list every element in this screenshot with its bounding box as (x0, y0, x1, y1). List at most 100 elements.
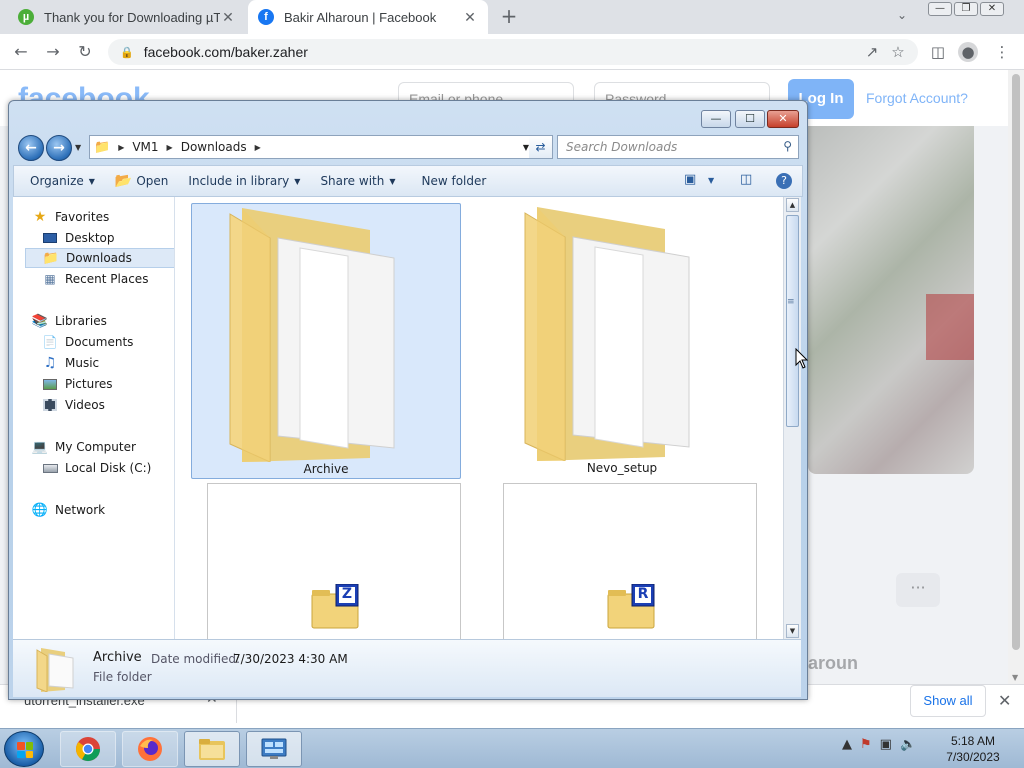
browser-tabstrip: µ Thank you for Downloading µTor ✕ f Bak… (0, 0, 1024, 34)
profile-avatar-icon[interactable]: ● (958, 42, 978, 62)
open-button[interactable]: 📂 Open (105, 173, 179, 189)
folder-icon (199, 739, 225, 760)
nav-desktop[interactable]: Desktop (41, 228, 174, 248)
close-icon[interactable]: ✕ (998, 691, 1011, 710)
nav-videos[interactable]: Videos (41, 395, 174, 415)
back-arrow-icon[interactable]: ← (18, 135, 44, 161)
close-icon[interactable]: ✕ (980, 2, 1004, 16)
scroll-down-icon[interactable]: ▼ (786, 624, 799, 638)
organize-button[interactable]: Organize ▼ (14, 174, 105, 188)
breadcrumb-downloads[interactable]: Downloads (177, 140, 251, 154)
close-tab-icon[interactable]: ✕ (220, 9, 236, 26)
more-options-button[interactable]: ··· (896, 573, 940, 607)
scroll-up-icon[interactable]: ▲ (786, 198, 799, 212)
start-button[interactable] (4, 731, 44, 767)
nav-documents[interactable]: 📄 Documents (41, 332, 174, 352)
navigation-pane: ★ Favorites Desktop 📁 Downloads ▦ Recent… (13, 197, 175, 639)
search-icon[interactable]: ⚲ (783, 139, 792, 153)
include-in-library-button[interactable]: Include in library ▼ (178, 174, 310, 188)
network-icon[interactable]: ▣ (880, 737, 892, 752)
tab-facebook[interactable]: f Bakir Alharoun | Facebook ✕ (248, 0, 488, 34)
taskbar-firefox[interactable] (122, 731, 178, 767)
nav-favorites[interactable]: ★ Favorites (31, 207, 174, 227)
new-tab-button[interactable]: + (498, 6, 520, 28)
nav-local-disk[interactable]: Local Disk (C:) (41, 458, 174, 478)
show-all-button[interactable]: Show all (910, 685, 986, 717)
new-folder-label: New folder (421, 174, 487, 188)
folder-nevo-setup[interactable]: Nevo_setup (487, 203, 757, 479)
nav-recent-places[interactable]: ▦ Recent Places (41, 269, 174, 289)
show-hidden-icons-icon[interactable]: ▲ (842, 737, 852, 752)
explorer-window: — ☐ ✕ ← → ▼ 📁 ▶ VM1 ▶ Downloads ▶ ▼ ⇄ Se… (8, 100, 808, 700)
item-badge: R (637, 586, 649, 602)
pictures-icon (41, 376, 59, 392)
breadcrumb-chevron-icon[interactable]: ▶ (163, 143, 177, 152)
breadcrumb-chevron-icon[interactable]: ▶ (251, 143, 265, 152)
system-tray: ▲ ⚑ ▣ 🔈 (842, 737, 916, 752)
scrollbar-thumb[interactable] (786, 215, 799, 427)
share-with-button[interactable]: Share with ▼ (310, 174, 405, 188)
back-arrow-icon[interactable]: ← (10, 41, 32, 63)
nav-downloads[interactable]: 📁 Downloads (25, 248, 174, 268)
reload-icon[interactable]: ↻ (74, 41, 96, 63)
preview-pane-icon[interactable]: ◫ (740, 172, 752, 187)
taskbar-explorer[interactable] (184, 731, 240, 767)
forward-arrow-icon[interactable]: → (46, 135, 72, 161)
clock[interactable]: 5:18 AM 7/30/2023 (940, 733, 1006, 765)
share-icon[interactable]: ↗ (862, 42, 882, 62)
rar-archive-item[interactable]: R (503, 483, 757, 639)
minimize-icon[interactable]: — (701, 110, 731, 128)
taskbar-chrome[interactable] (60, 731, 116, 767)
nav-label: Network (55, 503, 106, 517)
help-icon[interactable]: ? (776, 173, 792, 189)
scroll-down-icon[interactable]: ▼ (1012, 673, 1018, 682)
nav-my-computer[interactable]: 💻 My Computer (31, 437, 174, 457)
refresh-icon[interactable]: ⇄ (529, 135, 553, 159)
nav-label: Local Disk (C:) (65, 461, 152, 475)
nav-music[interactable]: ♫ Music (41, 353, 174, 373)
taskbar-control-panel[interactable] (246, 731, 302, 767)
nav-network[interactable]: 🌐 Network (31, 500, 174, 520)
star-icon[interactable]: ☆ (888, 42, 908, 62)
breadcrumb-chevron-icon[interactable]: ▶ (114, 143, 128, 152)
maximize-icon[interactable]: ☐ (735, 110, 765, 128)
search-input[interactable]: Search Downloads ⚲ (557, 135, 799, 159)
new-folder-button[interactable]: New folder (406, 174, 497, 188)
folder-icon (229, 208, 395, 462)
nav-pictures[interactable]: Pictures (41, 374, 174, 394)
network-icon: 🌐 (31, 502, 49, 518)
minimize-icon[interactable]: — (928, 2, 952, 16)
mouse-cursor-icon (795, 348, 809, 369)
tab-utorrent[interactable]: µ Thank you for Downloading µTor ✕ (8, 0, 246, 34)
page-scrollbar[interactable]: ▼ (1008, 70, 1024, 684)
volume-muted-icon[interactable]: 🔈 (900, 737, 916, 752)
nav-libraries[interactable]: 📚 Libraries (31, 311, 174, 331)
folder-archive[interactable]: Archive (191, 203, 461, 479)
page-scrollbar-thumb[interactable] (1012, 74, 1020, 650)
downloads-folder-icon: 📁 (42, 250, 60, 266)
forgot-account-link[interactable]: Forgot Account? (866, 90, 968, 106)
libraries-icon: 📚 (31, 313, 49, 329)
include-label: Include in library (188, 174, 290, 188)
close-tab-icon[interactable]: ✕ (462, 9, 478, 26)
address-bar[interactable]: 🔒 facebook.com/baker.zaher (108, 39, 918, 65)
zip-archive-item[interactable]: Z (207, 483, 461, 639)
change-view-icon[interactable]: ▣ (684, 172, 696, 187)
forward-arrow-icon[interactable]: → (42, 41, 64, 63)
action-center-icon[interactable]: ⚑ (860, 737, 872, 752)
restore-icon[interactable]: ❐ (954, 2, 978, 16)
close-icon[interactable]: ✕ (767, 110, 799, 128)
file-list-scrollbar[interactable]: ▲ ≡ ▼ (783, 197, 801, 639)
menu-kebab-icon[interactable]: ⋮ (992, 42, 1012, 62)
nav-label: Documents (65, 335, 134, 349)
side-panel-icon[interactable]: ◫ (928, 42, 948, 62)
browser-window-controls: — ❐ ✕ (928, 2, 1004, 16)
facebook-icon: f (258, 9, 274, 25)
tab-search-chevron-icon[interactable]: ⌄ (897, 8, 907, 22)
recent-pages-chevron-icon[interactable]: ▼ (75, 143, 81, 152)
command-bar: Organize ▼ 📂 Open Include in library ▼ Sha… (13, 165, 803, 197)
breadcrumb-vm1[interactable]: VM1 (128, 140, 162, 154)
explorer-address-bar[interactable]: 📁 ▶ VM1 ▶ Downloads ▶ ▼ (89, 135, 535, 159)
organize-label: Organize (30, 174, 84, 188)
view-options-chevron-icon[interactable]: ▼ (708, 176, 714, 185)
